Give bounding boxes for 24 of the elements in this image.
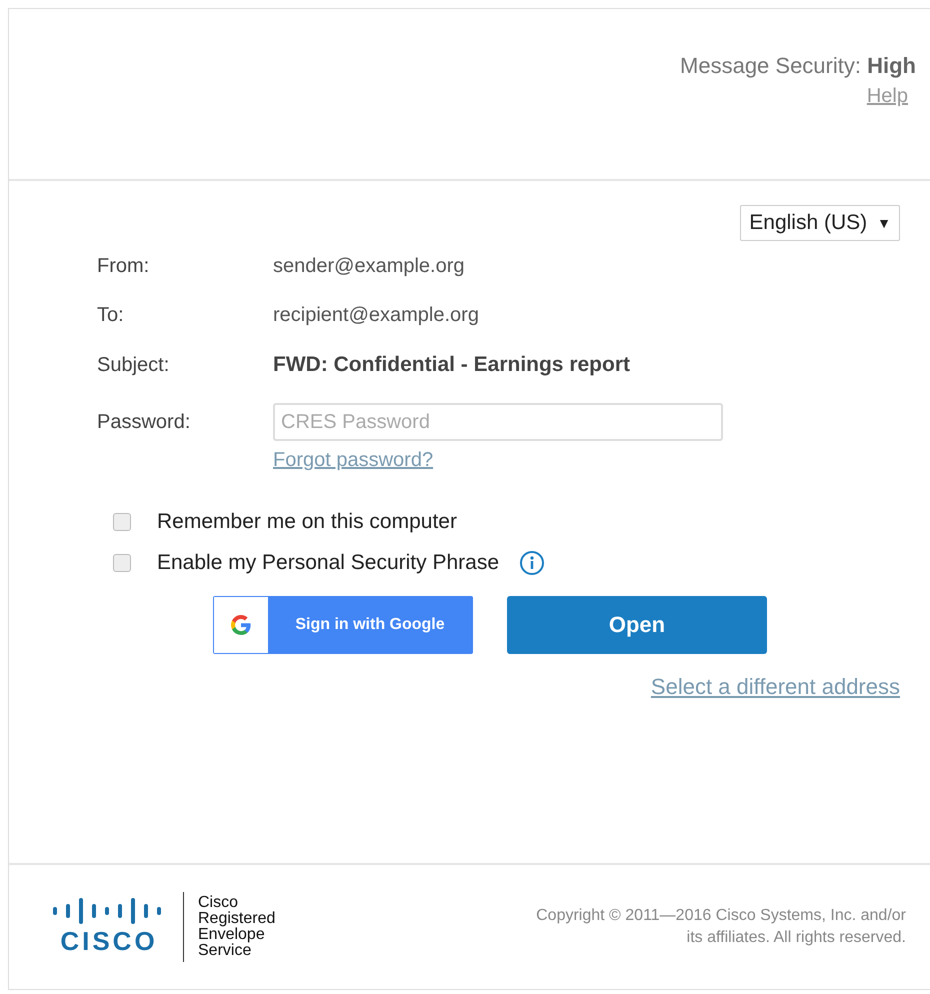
forgot-password-link[interactable]: Forgot password? (273, 449, 900, 472)
field-label: From: (97, 255, 150, 278)
google-icon (229, 613, 253, 637)
checkbox-label: Enable my Personal Security Phrase (157, 551, 499, 575)
logo-wordmark: CISCO (60, 926, 158, 956)
google-sign-in-button[interactable]: Sign in with Google (213, 596, 473, 654)
info-icon[interactable] (519, 550, 545, 576)
field-label: To: (97, 304, 125, 327)
field-value: FWD: Confidential - Earnings report (273, 353, 631, 377)
copyright-text: Copyright © 2011—2016 Cisco Systems, Inc. and/or its affiliates. All rights reserved. (536, 906, 906, 948)
service-name: Cisco Registered Envelope Service (198, 895, 276, 959)
password-field[interactable]: CRES Password (273, 403, 723, 441)
field-value: sender@example.org (273, 255, 466, 278)
open-button[interactable]: Open (507, 596, 767, 654)
checkbox[interactable] (113, 554, 131, 572)
checkbox-label: Remember me on this computer (157, 510, 457, 534)
checkbox[interactable] (113, 513, 131, 531)
field-value: recipient@example.org (273, 304, 480, 327)
help-link[interactable]: Help (866, 85, 908, 108)
field-label: Password: (97, 410, 192, 434)
language-dropdown[interactable]: English (US) ▼ (740, 205, 900, 241)
message-security-label: Message Security: High (680, 53, 916, 79)
select-address-link[interactable]: Select a different address (650, 674, 900, 700)
field-label: Subject: (97, 354, 170, 376)
